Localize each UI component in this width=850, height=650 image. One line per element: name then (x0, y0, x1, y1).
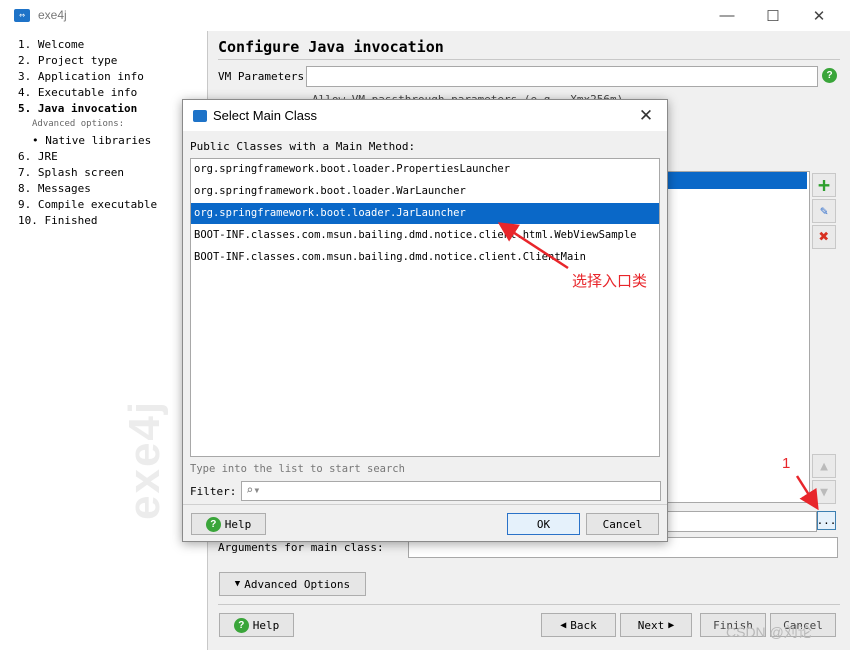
annotation-step-number: 1 (782, 455, 791, 472)
arrow-to-browse-button (795, 475, 819, 511)
annotation-arrows (497, 222, 819, 511)
csdn-watermark: CSDN @刘论 (726, 624, 812, 640)
arrow-to-jarlauncher (497, 222, 569, 270)
annotation-select-entry-class: 选择入口类 (572, 273, 648, 290)
